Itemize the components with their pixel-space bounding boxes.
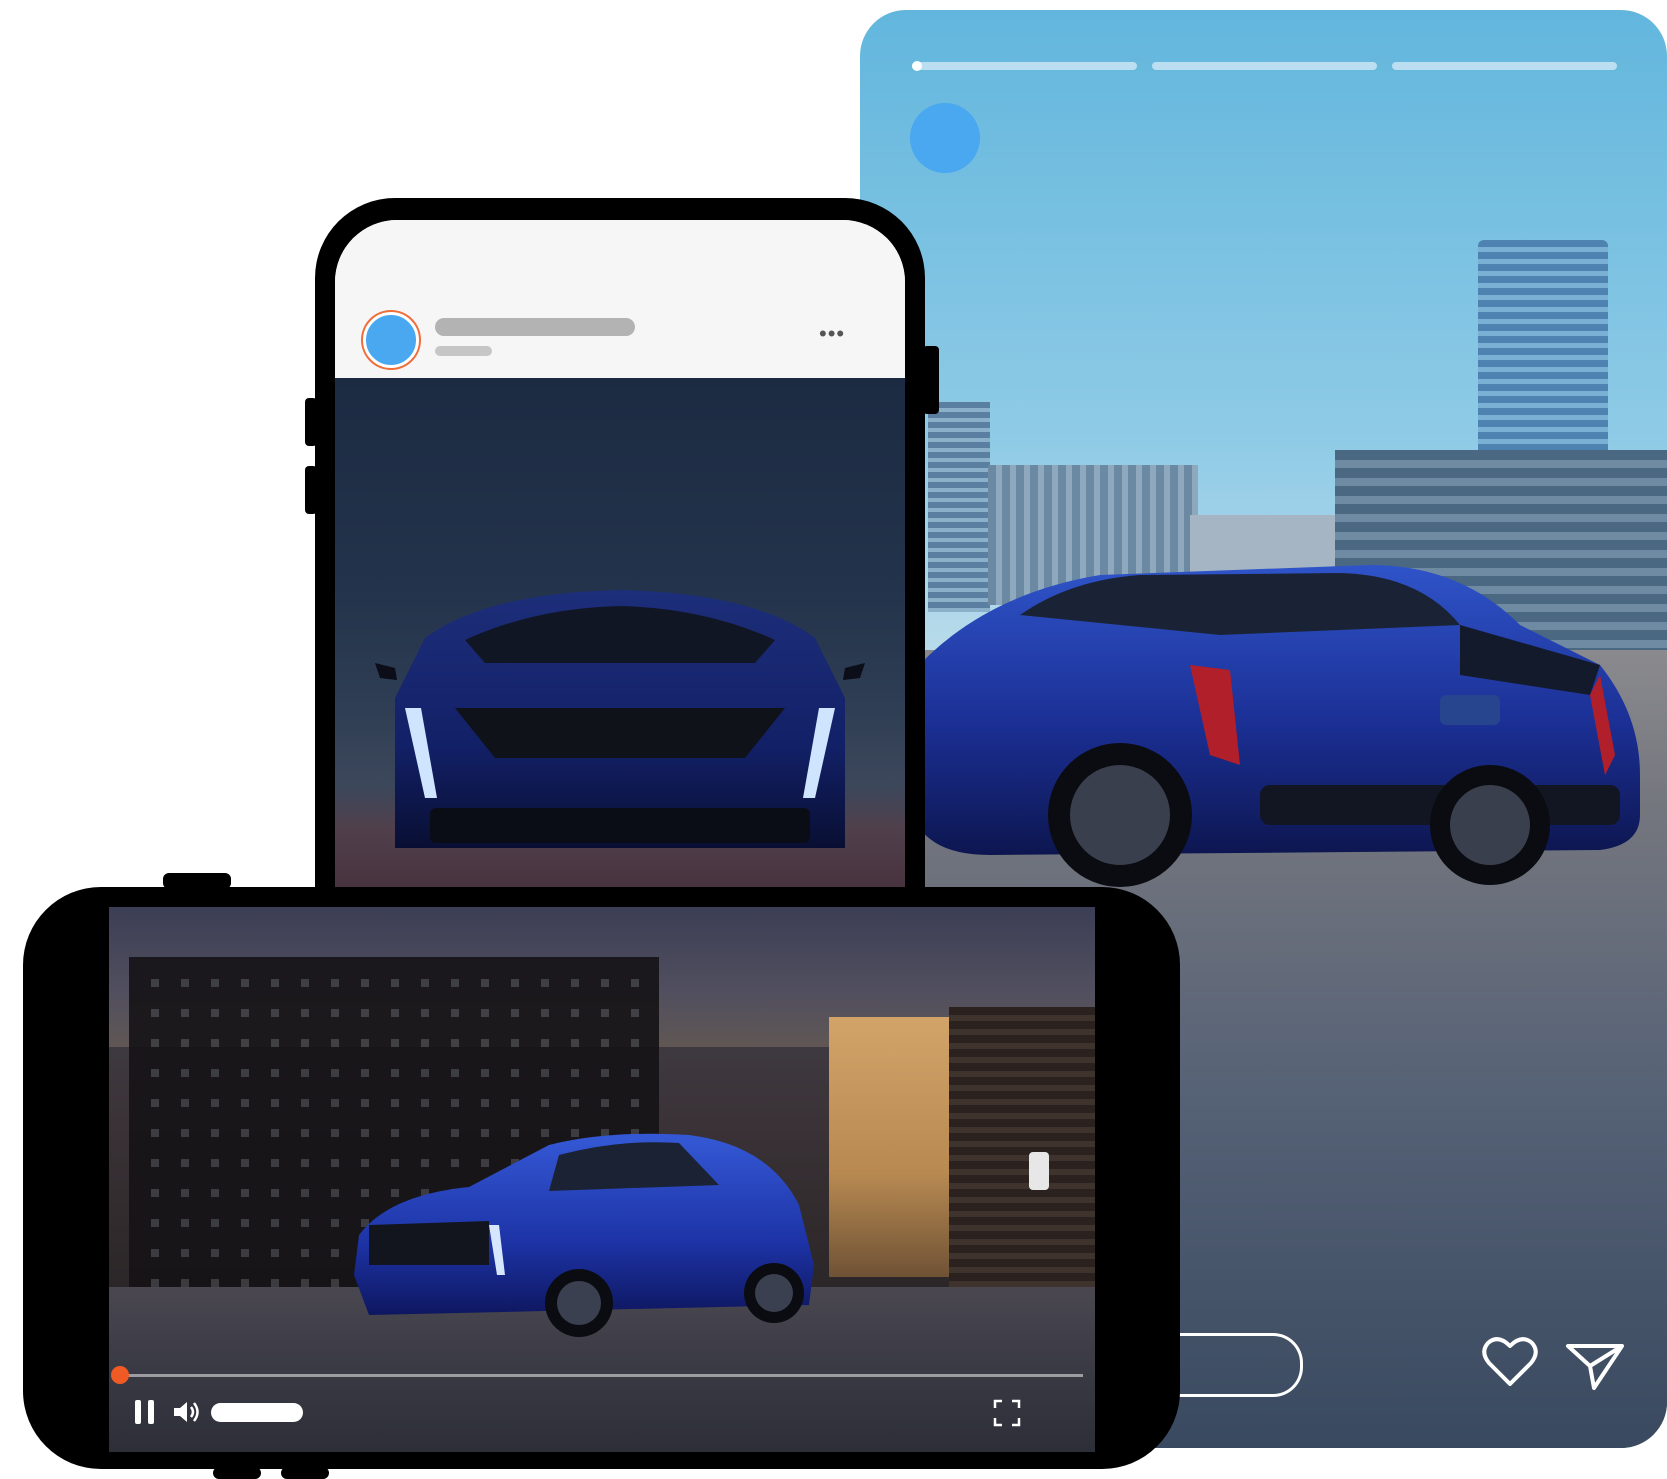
video-player[interactable]: [109, 907, 1095, 1452]
story-progress-segment: [912, 61, 1137, 71]
fullscreen-icon[interactable]: [993, 1399, 1021, 1427]
volume-slider[interactable]: [211, 1403, 303, 1422]
story-progress-segment: [1392, 62, 1617, 70]
send-icon[interactable]: [1565, 1338, 1625, 1398]
post-header: •••: [335, 220, 905, 378]
post-image: [335, 378, 905, 960]
video-suv-image: [354, 1133, 814, 1337]
post-avatar[interactable]: [363, 312, 419, 368]
phone-side-button: [281, 1467, 329, 1479]
phone-side-button: [213, 1467, 261, 1479]
phone-side-button: [305, 398, 317, 446]
video-scene-ev-charger: [1029, 1152, 1049, 1190]
story-suv-image: [910, 565, 1640, 887]
video-scene-doorway: [829, 1017, 949, 1277]
video-progress-track[interactable]: [119, 1374, 1083, 1377]
story-progress-segment: [1152, 62, 1377, 70]
post-suv-image: [375, 590, 865, 848]
pause-icon[interactable]: [133, 1399, 157, 1425]
volume-icon[interactable]: [172, 1397, 202, 1427]
story-progress-indicator: [912, 61, 922, 71]
video-scene-slat-wall: [949, 1007, 1095, 1307]
portrait-phone-screen: •••: [335, 220, 905, 960]
heart-icon[interactable]: [1480, 1332, 1540, 1392]
post-subtitle-placeholder: [435, 346, 492, 356]
phone-side-button: [923, 346, 939, 414]
portrait-phone: •••: [305, 198, 939, 960]
more-options-button[interactable]: •••: [819, 323, 845, 345]
phone-side-button: [163, 873, 231, 889]
video-progress-handle[interactable]: [111, 1366, 129, 1384]
story-avatar[interactable]: [910, 103, 980, 173]
landscape-phone: [23, 873, 1180, 1479]
story-progress: [912, 61, 1617, 71]
post-username-placeholder: [435, 318, 635, 336]
phone-side-button: [305, 466, 317, 514]
